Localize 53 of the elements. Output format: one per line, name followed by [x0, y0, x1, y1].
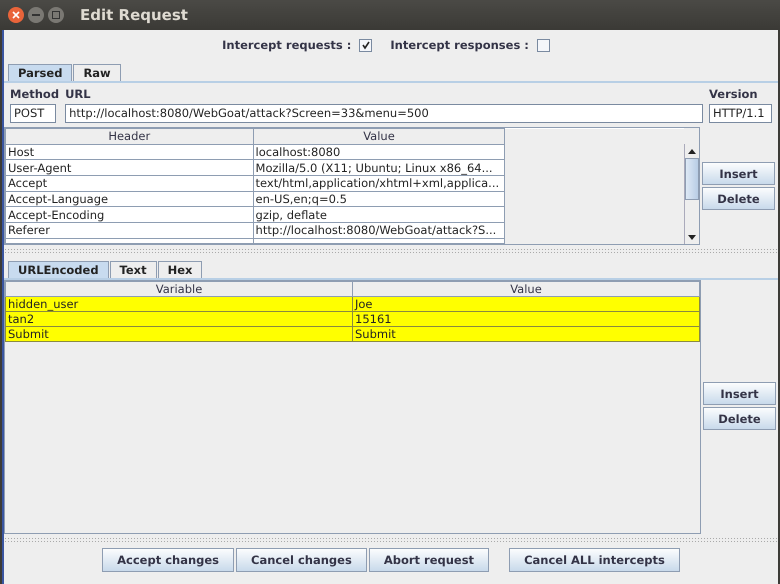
table-cell: Submit [352, 326, 700, 342]
version-field[interactable]: HTTP/1.1 [709, 104, 772, 123]
table-cell: Accept-Encoding [6, 206, 254, 223]
column-header[interactable]: Header [6, 128, 254, 144]
scrollbar[interactable] [684, 144, 699, 244]
table-cell: User-Agent [6, 160, 254, 176]
table-cell: gzip, deflate [253, 206, 505, 223]
table-cell: en-US,en;q=0.5 [253, 191, 505, 207]
table-cell: Joe [352, 296, 700, 312]
scroll-up-icon[interactable] [688, 148, 696, 154]
url-label: URL [65, 87, 92, 101]
checkbox-label: Intercept requests : [222, 38, 352, 52]
table-cell: Referer [6, 222, 254, 238]
tab[interactable]: Hex [158, 261, 202, 278]
table-button[interactable]: Insert [703, 382, 776, 405]
table-button[interactable]: Delete [703, 407, 776, 430]
url-field[interactable]: http://localhost:8080/WebGoat/attack?Screen=33&menu=500 [65, 104, 703, 123]
table-cell: Accept [6, 176, 254, 192]
column-header[interactable]: Value [352, 282, 700, 296]
table-cell: Accept-Language [6, 191, 254, 207]
window-title: Edit Request [80, 6, 188, 24]
close-icon[interactable] [8, 7, 24, 23]
table-cell: tan2 [6, 312, 352, 326]
method-label: Method [10, 87, 60, 101]
table-cell: localhost:8080 [253, 144, 505, 160]
tab[interactable]: Raw [73, 64, 121, 81]
table-button[interactable]: Delete [702, 187, 775, 210]
scroll-down-icon[interactable] [688, 234, 696, 240]
method-field[interactable]: POST [10, 104, 56, 123]
table-cell: text/html,application/xhtml+xml,applica... [253, 176, 505, 192]
tab[interactable]: URLEncoded [8, 261, 109, 278]
checkbox[interactable] [359, 38, 372, 52]
table-button[interactable]: Insert [702, 162, 775, 185]
version-label: Version [709, 87, 759, 101]
tab[interactable]: Text [110, 261, 157, 278]
action-button[interactable]: Cancel changes [236, 548, 367, 572]
table-cell: 15161 [352, 312, 700, 326]
table-cell: Host [6, 144, 254, 160]
table-cell: hidden_user [6, 296, 352, 312]
column-header[interactable]: Variable [6, 282, 352, 296]
table-cell: http://localhost:8080/WebGoat/attack?S... [253, 222, 505, 238]
checkbox[interactable] [536, 38, 550, 52]
splitter-handle[interactable] [4, 248, 778, 254]
column-header[interactable]: Value [253, 128, 505, 144]
maximize-icon[interactable] [48, 7, 64, 23]
action-button[interactable]: Accept changes [102, 548, 234, 572]
splitter-handle[interactable] [4, 537, 778, 543]
table-cell: Submit [6, 326, 352, 342]
action-button[interactable]: Cancel ALL intercepts [509, 548, 680, 572]
table-cell: Mozilla/5.0 (X11; Ubuntu; Linux x86_64... [253, 160, 505, 176]
checkbox-label: Intercept responses : [390, 38, 529, 52]
action-button[interactable]: Abort request [368, 548, 490, 572]
tab[interactable]: Parsed [8, 64, 72, 81]
